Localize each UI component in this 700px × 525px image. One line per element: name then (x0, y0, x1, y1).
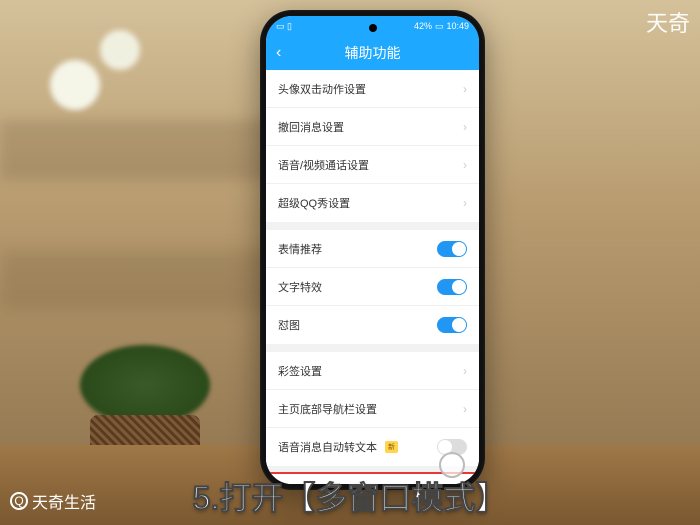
toggle-switch[interactable] (437, 241, 467, 257)
row-label: 彩签设置 (278, 363, 322, 379)
instruction-caption: 5.打开【多窗口模式】 (193, 473, 508, 519)
settings-group: 彩签设置 › 主页底部导航栏设置 › 语音消息自动转文本新 (266, 352, 479, 466)
settings-row[interactable]: 超级QQ秀设置 › (266, 184, 479, 222)
camera-hole (369, 24, 377, 32)
settings-row[interactable]: 头像双击动作设置 › (266, 70, 479, 108)
background-flowers (20, 20, 200, 220)
chevron-right-icon: › (463, 82, 467, 96)
settings-group: 表情推荐文字特效怼图 (266, 230, 479, 344)
toggle-switch[interactable] (437, 317, 467, 333)
watermark-top-right: 天奇 (646, 6, 690, 38)
signal-icon: ▭ ▯ (276, 21, 292, 32)
settings-row[interactable]: 撤回消息设置 › (266, 108, 479, 146)
settings-row[interactable]: 怼图 (266, 306, 479, 344)
settings-row[interactable]: 主页底部导航栏设置 › (266, 390, 479, 428)
row-label: 撤回消息设置 (278, 119, 344, 135)
settings-group: 头像双击动作设置 › 撤回消息设置 › 语音/视频通话设置 › 超级QQ秀设置 › (266, 70, 479, 222)
toggle-switch[interactable] (437, 279, 467, 295)
chevron-right-icon: › (463, 120, 467, 134)
row-label: 怼图 (278, 317, 300, 333)
new-badge: 新 (385, 441, 398, 453)
chevron-right-icon: › (463, 196, 467, 210)
row-label: 超级QQ秀设置 (278, 195, 350, 211)
battery-icon: ▭ (435, 21, 444, 32)
settings-row[interactable]: 表情推荐 (266, 230, 479, 268)
row-label: 语音/视频通话设置 (278, 157, 369, 173)
row-label: 头像双击动作设置 (278, 81, 366, 97)
clock: 10:49 (446, 21, 469, 31)
chevron-right-icon: › (463, 402, 467, 416)
logo-icon: Q (10, 492, 28, 510)
watermark-bottom-left: Q 天奇生活 (10, 489, 96, 513)
chevron-right-icon: › (463, 364, 467, 378)
page-header: ‹ 辅助功能 (266, 36, 479, 70)
row-label: 文字特效 (278, 279, 322, 295)
settings-row[interactable]: 彩签设置 › (266, 352, 479, 390)
page-title: 辅助功能 (345, 43, 401, 63)
back-button[interactable]: ‹ (276, 44, 281, 62)
settings-row[interactable]: 语音/视频通话设置 › (266, 146, 479, 184)
chevron-right-icon: › (463, 158, 467, 172)
battery-text: 42% (414, 21, 432, 31)
phone-frame: ▭ ▯ 42% ▭ 10:49 ‹ 辅助功能 头像双击动作设置›撤回消息设置›语… (260, 10, 485, 490)
row-label: 表情推荐 (278, 241, 322, 257)
row-label: 主页底部导航栏设置 (278, 401, 377, 417)
row-label: 语音消息自动转文本 (278, 439, 377, 455)
settings-row[interactable]: 文字特效 (266, 268, 479, 306)
phone-screen: ▭ ▯ 42% ▭ 10:49 ‹ 辅助功能 头像双击动作设置›撤回消息设置›语… (266, 16, 479, 484)
settings-content: 头像双击动作设置 › 撤回消息设置 › 语音/视频通话设置 › 超级QQ秀设置 › 表情推荐文字… (266, 70, 479, 484)
